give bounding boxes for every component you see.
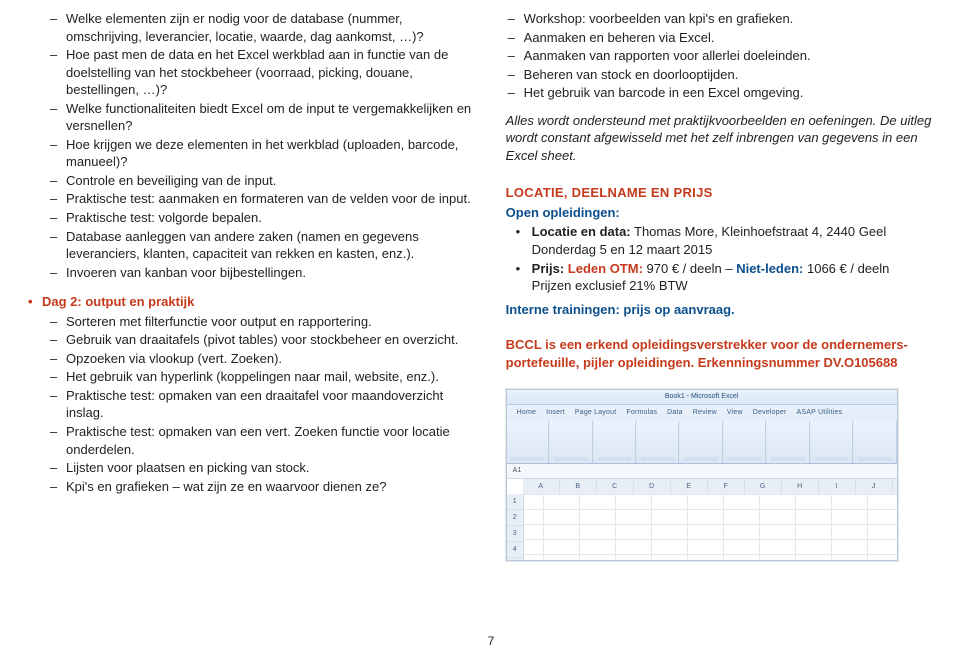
dag1-items: Welke elementen zijn er nodig voor de da…: [28, 10, 476, 281]
prijs-leden-value: 970 € / deeln: [647, 261, 722, 276]
interne-trainingen: Interne trainingen: prijs op aanvraag.: [506, 301, 932, 319]
excel-tab: View: [727, 405, 743, 421]
support-paragraph: Alles wordt ondersteund met praktijkvoor…: [506, 112, 932, 165]
excel-menu-tabs: Home Insert Page Layout Formulas Data Re…: [507, 405, 897, 421]
list-item: Aanmaken van rapporten voor allerlei doe…: [524, 47, 932, 65]
price-list: Locatie en data: Thomas More, Kleinhoefs…: [506, 223, 932, 294]
excel-screenshot: Book1 - Microsoft Excel Home Insert Page…: [506, 389, 898, 561]
excel-col-headers: ABC DEF GHI J: [523, 479, 897, 495]
excel-tab: Review: [693, 405, 717, 421]
excel-tab: Insert: [546, 405, 565, 421]
excel-row-headers: 123 456 7: [507, 494, 524, 561]
excel-tab: ASAP Utilities: [796, 405, 842, 421]
prijs-label: Prijs:: [532, 261, 565, 276]
list-item: Welke functionaliteiten biedt Excel om d…: [66, 100, 476, 135]
bccl-note: BCCL is een erkend opleidingsverstrekker…: [506, 336, 932, 371]
list-item: Invoeren van kanban voor bijbestellingen…: [66, 264, 476, 282]
excel-title-bar: Book1 - Microsoft Excel: [507, 390, 897, 405]
excel-ribbon: Home Insert Page Layout Formulas Data Re…: [507, 405, 897, 464]
list-item: Praktische test: opmaken van een draaita…: [66, 387, 476, 422]
list-item: Beheren van stock en doorlooptijden.: [524, 66, 932, 84]
list-item: Het gebruik van hyperlink (koppelingen n…: [66, 368, 476, 386]
right-items: Workshop: voorbeelden van kpi's en grafi…: [506, 10, 932, 102]
list-item: Het gebruik van barcode in een Excel omg…: [524, 84, 932, 102]
prijs-leden-label: Leden OTM:: [568, 261, 643, 276]
list-item: Controle en beveiliging van de input.: [66, 172, 476, 190]
excel-formula-bar: A1: [507, 464, 897, 479]
list-item: Welke elementen zijn er nodig voor de da…: [66, 10, 476, 45]
locatie-date: Donderdag 5 en 12 maart 2015: [532, 242, 713, 257]
excel-tab: Page Layout: [575, 405, 617, 421]
page-number: 7: [488, 633, 495, 649]
excel-tab: Home: [517, 405, 536, 421]
list-item: Kpi's en grafieken – wat zijn ze en waar…: [66, 478, 476, 496]
prijs-nietleden-value: 1066 € / deeln: [807, 261, 889, 276]
excel-tab: Developer: [753, 405, 787, 421]
list-item: Hoe past men de data en het Excel werkbl…: [66, 46, 476, 99]
excel-tab: Data: [667, 405, 683, 421]
locatie-value: Thomas More, Kleinhoefstraat 4, 2440 Gee…: [634, 224, 886, 239]
list-item: Workshop: voorbeelden van kpi's en grafi…: [524, 10, 932, 28]
list-item: Praktische test: volgorde bepalen.: [66, 209, 476, 227]
list-item: Database aanleggen van andere zaken (nam…: [66, 228, 476, 263]
prijs-nietleden-label: Niet-leden:: [736, 261, 803, 276]
prijs-line: Prijs: Leden OTM: 970 € / deeln – Niet-l…: [532, 260, 932, 295]
excel-toolbar: [507, 421, 897, 463]
locatie-line: Locatie en data: Thomas More, Kleinhoefs…: [532, 223, 932, 258]
list-item: Sorteren met filterfunctie voor output e…: [66, 313, 476, 331]
list-item: Praktische test: aanmaken en formateren …: [66, 190, 476, 208]
section-subheading-open: Open opleidingen:: [506, 204, 932, 222]
list-item: Opzoeken via vlookup (vert. Zoeken).: [66, 350, 476, 368]
dag2-items: Sorteren met filterfunctie voor output e…: [28, 313, 476, 495]
locatie-label: Locatie en data:: [532, 224, 631, 239]
dag2-heading: Dag 2: output en praktijk: [42, 293, 476, 311]
list-item: Praktische test: opmaken van een vert. Z…: [66, 423, 476, 458]
list-item: Hoe krijgen we deze elementen in het wer…: [66, 136, 476, 171]
section-heading-locatie: LOCATIE, DEELNAME EN PRIJS: [506, 184, 932, 202]
prijs-btw: Prijzen exclusief 21% BTW: [532, 278, 688, 293]
excel-name-box: A1: [513, 467, 522, 474]
excel-grid: 123 456 7 you can drag this to the left …: [507, 494, 897, 561]
list-item: Aanmaken en beheren via Excel.: [524, 29, 932, 47]
list-item: Gebruik van draaitafels (pivot tables) v…: [66, 331, 476, 349]
list-item: Lijsten voor plaatsen en picking van sto…: [66, 459, 476, 477]
excel-tab: Formulas: [626, 405, 657, 421]
